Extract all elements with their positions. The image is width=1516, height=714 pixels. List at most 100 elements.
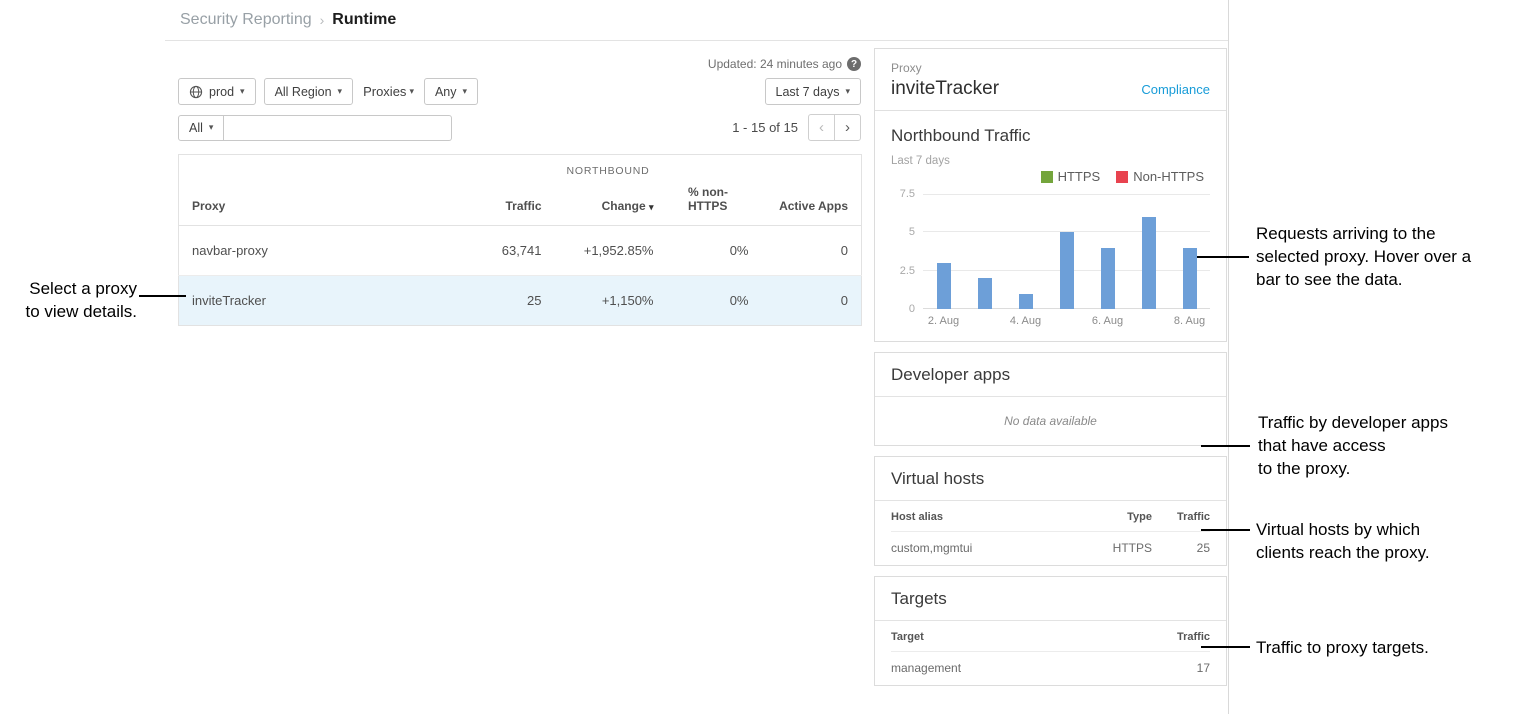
proxies-dropdown[interactable]: Proxies ▾: [363, 84, 414, 99]
globe-icon: [189, 85, 203, 99]
chart-bar[interactable]: [923, 194, 964, 309]
target-row[interactable]: management 17: [891, 652, 1210, 685]
vh-cell-type: HTTPS: [1080, 541, 1152, 555]
column-header-non-https[interactable]: % non-HTTPS: [667, 181, 762, 226]
developer-apps-empty-text: No data available: [875, 397, 1226, 445]
chevron-down-icon: ▾: [240, 86, 245, 97]
breadcrumb-runtime: Runtime: [332, 11, 396, 29]
chart-bar[interactable]: [1169, 194, 1210, 309]
updated-text: Updated: 24 minutes ago: [708, 57, 842, 71]
breadcrumb-separator-icon: ›: [320, 12, 325, 28]
pagination-prev-button[interactable]: ‹: [808, 114, 835, 141]
chevron-down-icon: ▾: [409, 86, 414, 97]
chart-plot: [923, 194, 1210, 309]
chart-y-axis: 02.557.5: [891, 194, 923, 309]
developer-apps-title: Developer apps: [875, 353, 1226, 397]
chart-bar-rect: [1101, 248, 1115, 309]
chart-x-labels: 2. Aug4. Aug6. Aug8. Aug: [923, 315, 1210, 327]
annotation-targets: Traffic to proxy targets.: [1256, 637, 1506, 660]
chart-bar[interactable]: [1046, 194, 1087, 309]
column-header-active-apps[interactable]: Active Apps: [762, 181, 862, 226]
search-input[interactable]: [224, 115, 452, 141]
northbound-traffic-subtitle: Last 7 days: [891, 155, 1210, 167]
cell-traffic: 25: [455, 275, 555, 325]
region-value: All Region: [275, 85, 332, 99]
chart-x-tick: 2. Aug: [923, 315, 964, 327]
cell-active-apps: 0: [762, 275, 862, 325]
chevron-down-icon: ▾: [463, 86, 468, 97]
chart-bar-rect: [1142, 217, 1156, 309]
chart-bar[interactable]: [1087, 194, 1128, 309]
column-header-traffic[interactable]: Traffic: [455, 181, 555, 226]
time-range-dropdown[interactable]: Last 7 days ▾: [765, 78, 861, 105]
vh-column-traffic: Traffic: [1152, 511, 1210, 523]
column-header-non-https-label: % non-HTTPS: [688, 185, 740, 213]
virtual-hosts-title: Virtual hosts: [875, 457, 1226, 501]
column-header-change[interactable]: Change ▾: [555, 181, 667, 226]
chevron-down-icon: ▾: [845, 86, 850, 97]
northbound-traffic-chart: 02.557.5: [891, 194, 1210, 309]
legend-item-non-https: Non-HTTPS: [1116, 169, 1204, 184]
table-row-invitetracker[interactable]: inviteTracker 25 +1,150% 0% 0: [179, 275, 862, 325]
cell-change: +1,952.85%: [555, 225, 667, 275]
cell-change: +1,150%: [555, 275, 667, 325]
chart-y-tick: 2.5: [900, 264, 915, 278]
virtual-hosts-card: Virtual hosts Host alias Type Traffic cu…: [874, 456, 1227, 566]
pagination-next-button[interactable]: ›: [834, 114, 861, 141]
region-dropdown[interactable]: All Region ▾: [264, 78, 354, 105]
column-header-change-label: Change: [602, 199, 646, 213]
chart-bar[interactable]: [1005, 194, 1046, 309]
search-scope-dropdown[interactable]: All ▾: [178, 115, 224, 141]
callout-line-northbound-chart: [1197, 256, 1249, 258]
chart-bar[interactable]: [964, 194, 1005, 309]
callout-line-developer-apps: [1201, 445, 1250, 447]
vh-cell-alias: custom,mgmtui: [891, 541, 1080, 555]
annotation-virtual-hosts: Virtual hosts by which clients reach the…: [1256, 519, 1506, 565]
pagination-range: 1 - 15 of 15: [732, 120, 798, 135]
chevron-down-icon: ▾: [209, 122, 214, 133]
chart-y-tick: 5: [909, 225, 915, 239]
breadcrumb: Security Reporting › Runtime: [165, 0, 1228, 41]
legend-swatch-non-https-icon: [1116, 171, 1128, 183]
help-icon[interactable]: ?: [847, 57, 861, 71]
northbound-traffic-section: Northbound Traffic Last 7 days HTTPS Non…: [875, 111, 1226, 341]
chart-x-tick: [1046, 315, 1087, 327]
chart-legend: HTTPS Non-HTTPS: [891, 169, 1210, 184]
main-panel: Updated: 24 minutes ago ? prod ▾ All Reg…: [165, 41, 874, 714]
legend-label-https: HTTPS: [1058, 169, 1101, 184]
any-value: Any: [435, 85, 457, 99]
sort-down-icon: ▾: [649, 202, 654, 212]
chart-y-tick: 7.5: [900, 187, 915, 201]
compliance-link[interactable]: Compliance: [1141, 82, 1210, 100]
breadcrumb-security-reporting[interactable]: Security Reporting: [180, 11, 312, 29]
cell-non-https: 0%: [667, 225, 762, 275]
chart-bar-rect: [978, 278, 992, 309]
proxy-summary-card: Proxy inviteTracker Compliance Northboun…: [874, 48, 1227, 342]
chart-x-tick: 8. Aug: [1169, 315, 1210, 327]
callout-line-virtual-hosts: [1201, 529, 1250, 531]
chart-bar-rect: [937, 263, 951, 309]
proxies-label: Proxies: [363, 84, 406, 99]
chart-bar-rect: [1060, 232, 1074, 309]
any-dropdown[interactable]: Any ▾: [424, 78, 478, 105]
chevron-right-icon: ›: [845, 119, 850, 136]
chart-bar[interactable]: [1128, 194, 1169, 309]
table-group-header-northbound: NORTHBOUND: [455, 155, 762, 181]
targets-column-traffic: Traffic: [1152, 631, 1210, 643]
table-row-navbar-proxy[interactable]: navbar-proxy 63,741 +1,952.85% 0% 0: [179, 225, 862, 275]
proxy-label: Proxy: [891, 61, 1141, 75]
environment-dropdown[interactable]: prod ▾: [178, 78, 256, 105]
chart-bar-rect: [1183, 248, 1197, 309]
target-cell-name: management: [891, 661, 1152, 675]
column-header-proxy[interactable]: Proxy: [179, 181, 455, 226]
chevron-down-icon: ▾: [338, 86, 343, 97]
annotation-northbound-chart: Requests arriving to the selected proxy.…: [1256, 223, 1516, 292]
callout-line-select-proxy: [139, 295, 186, 297]
time-range-value: Last 7 days: [776, 85, 840, 99]
search-scope-value: All: [189, 121, 203, 135]
virtual-host-row[interactable]: custom,mgmtui HTTPS 25: [891, 532, 1210, 565]
annotation-developer-apps: Traffic by developer apps that have acce…: [1258, 412, 1508, 481]
proxy-name: inviteTracker: [891, 78, 1141, 100]
cell-non-https: 0%: [667, 275, 762, 325]
annotation-select-proxy: Select a proxy to view details.: [0, 278, 137, 324]
